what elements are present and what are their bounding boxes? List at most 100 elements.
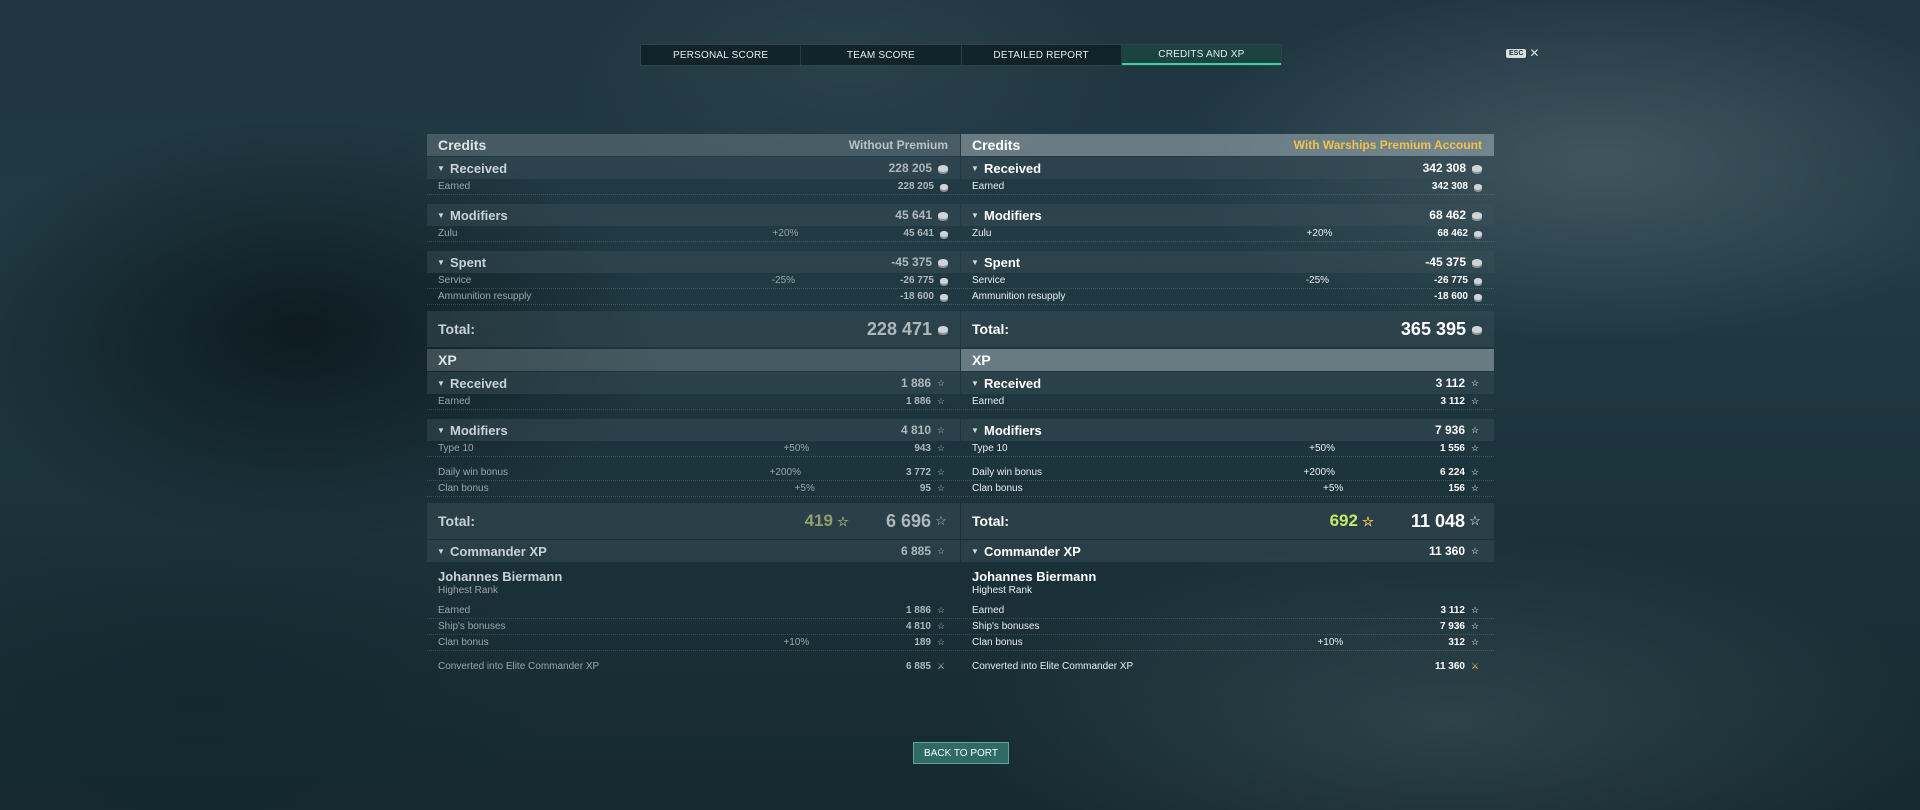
row-value: 342 308 xyxy=(1431,181,1468,192)
row-value: 156 xyxy=(1448,483,1465,494)
row-label: Earned xyxy=(972,181,1005,192)
table-row: Earned 1 886 ☆ xyxy=(427,603,960,619)
row-label: Daily win bonus xyxy=(438,467,509,478)
table-row: Clan bonus +10% 312 ☆ xyxy=(961,635,1494,651)
credits-header: Credits Without Premium xyxy=(427,134,960,156)
row-label: Converted into Elite Commander XP xyxy=(972,661,1134,672)
group-value: 1 886 xyxy=(900,376,931,390)
close-button[interactable]: ESC ✕ xyxy=(1506,46,1539,60)
row-value: 11 360 xyxy=(1434,661,1465,672)
xp-received-group[interactable]: ▼ Received 3 112 ☆ xyxy=(961,372,1494,394)
credits-coin-icon xyxy=(938,258,948,266)
group-label: Commander XP xyxy=(450,543,547,559)
row-label: Earned xyxy=(438,181,471,192)
table-row: Daily win bonus +200% 3 772 ☆ xyxy=(427,465,960,481)
table-row: Converted into Elite Commander XP 6 885 ⚔ xyxy=(427,659,960,674)
group-label: Received xyxy=(984,160,1042,176)
tab-personal-score[interactable]: PERSONAL SCORE xyxy=(641,45,802,65)
table-row: Ammunition resupply -18 600 xyxy=(427,289,960,305)
xp-star-icon: ☆ xyxy=(936,483,946,493)
row-value: 1 886 xyxy=(905,605,931,616)
group-label: Commander XP xyxy=(984,543,1081,559)
row-percent: -25% xyxy=(1305,275,1330,286)
row-label: Zulu xyxy=(972,228,992,239)
row-value: 3 112 xyxy=(1440,396,1465,407)
credits-spent-group[interactable]: ▼ Spent -45 375 xyxy=(961,251,1494,273)
row-value: -18 600 xyxy=(1434,291,1468,302)
table-row: Type 10 +50% 943 ☆ xyxy=(427,441,960,457)
xp-star-icon: ☆ xyxy=(1470,377,1480,388)
group-value: 3 112 xyxy=(1435,376,1465,390)
group-label: Received xyxy=(450,375,508,391)
row-value: 7 936 xyxy=(1439,621,1465,632)
tab-detailed-report[interactable]: DETAILED REPORT xyxy=(962,45,1122,65)
row-percent: -25% xyxy=(771,275,796,286)
xp-received-group[interactable]: ▼ Received 1 886 ☆ xyxy=(427,372,960,394)
table-row: Earned 1 886 ☆ xyxy=(427,394,960,410)
chevron-down-icon: ▼ xyxy=(437,546,445,556)
row-value: -18 600 xyxy=(900,291,934,302)
xp-star-icon: ☆ xyxy=(936,545,946,556)
elite-xp-icon: ⚔ xyxy=(936,661,946,671)
row-label: Ship's bonuses xyxy=(438,621,506,632)
table-row: Service -25% -26 775 xyxy=(961,273,1494,289)
chevron-down-icon: ▼ xyxy=(437,425,445,435)
xp-star-icon: ☆ xyxy=(1470,605,1480,615)
chevron-down-icon: ▼ xyxy=(971,378,979,388)
credits-coin-icon xyxy=(1472,258,1482,266)
xp-title: XP xyxy=(438,352,457,368)
credits-coin-icon xyxy=(1474,277,1482,284)
esc-key-icon: ESC xyxy=(1506,48,1527,58)
credits-coin-icon xyxy=(938,325,948,333)
xp-modifiers-group[interactable]: ▼ Modifiers 4 810 ☆ xyxy=(427,419,960,441)
xp-bonus-value: 692 ☆ xyxy=(1330,511,1375,531)
credits-received-group[interactable]: ▼ Received 228 205 xyxy=(427,157,960,179)
xp-star-icon: ☆ xyxy=(837,514,849,529)
credits-modifiers-group[interactable]: ▼ Modifiers 68 462 xyxy=(961,204,1494,226)
total-value: 365 395 xyxy=(1400,318,1466,339)
tab-team-score[interactable]: TEAM SCORE xyxy=(801,45,962,65)
row-value: 68 462 xyxy=(1437,228,1468,239)
credits-modifiers-group[interactable]: ▼ Modifiers 45 641 xyxy=(427,204,960,226)
chevron-down-icon: ▼ xyxy=(971,257,979,267)
credits-coin-icon xyxy=(940,293,948,300)
xp-star-icon: ☆ xyxy=(1470,621,1480,631)
row-percent: +200% xyxy=(769,467,801,478)
commander-xp-group[interactable]: ▼ Commander XP 11 360 ☆ xyxy=(961,540,1494,562)
xp-header: XP xyxy=(427,349,960,371)
commander-rank: Highest Rank xyxy=(438,585,499,596)
group-label: Modifiers xyxy=(450,422,508,438)
tab-credits-and-xp[interactable]: CREDITS AND XP xyxy=(1121,45,1281,65)
row-percent: +50% xyxy=(1309,443,1335,454)
table-row: Clan bonus +5% 156 ☆ xyxy=(961,481,1494,497)
xp-star-icon: ☆ xyxy=(936,637,946,647)
xp-header: XP xyxy=(961,349,1494,371)
xp-star-icon: ☆ xyxy=(936,467,946,477)
group-label: Modifiers xyxy=(984,422,1042,438)
xp-star-icon: ☆ xyxy=(1470,443,1480,453)
xp-star-icon: ☆ xyxy=(936,424,946,435)
xp-title: XP xyxy=(972,352,991,368)
row-label: Clan bonus xyxy=(972,637,1023,648)
row-label: Clan bonus xyxy=(438,483,489,494)
total-label: Total: xyxy=(972,513,1010,529)
xp-modifiers-group[interactable]: ▼ Modifiers 7 936 ☆ xyxy=(961,419,1494,441)
xp-star-icon: ☆ xyxy=(936,605,946,615)
close-icon: ✕ xyxy=(1529,46,1540,60)
commander-xp-group[interactable]: ▼ Commander XP 6 885 ☆ xyxy=(427,540,960,562)
back-to-port-button[interactable]: BACK TO PORT xyxy=(913,742,1009,764)
credits-spent-group[interactable]: ▼ Spent -45 375 xyxy=(427,251,960,273)
row-percent: +5% xyxy=(1323,483,1344,494)
table-row: Earned 342 308 xyxy=(961,179,1494,195)
panel-with-premium: Credits With Warships Premium Account ▼ … xyxy=(961,134,1494,674)
row-label: Type 10 xyxy=(972,443,1008,454)
xp-total: Total: 692 ☆ 11 048 ☆ xyxy=(961,503,1494,539)
group-value: 228 205 xyxy=(888,161,932,175)
row-value: 312 xyxy=(1448,637,1465,648)
credits-total: Total: 365 395 xyxy=(961,311,1494,347)
credits-received-group[interactable]: ▼ Received 342 308 xyxy=(961,157,1494,179)
credits-coin-icon xyxy=(1472,325,1482,333)
xp-star-icon: ☆ xyxy=(936,443,946,453)
bonus-number: 692 xyxy=(1329,511,1358,530)
xp-star-icon: ☆ xyxy=(1469,513,1481,528)
